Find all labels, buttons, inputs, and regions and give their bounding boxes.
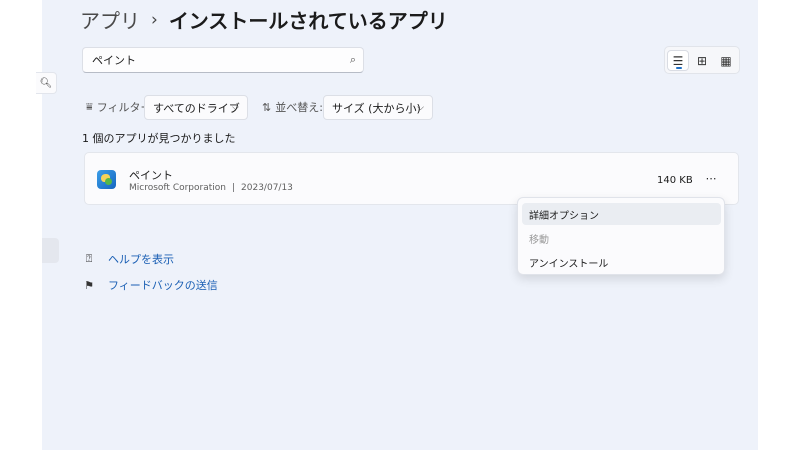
help-link-label: ヘルプを表示 [108,253,174,266]
search-input[interactable]: ペイント ⌕ [82,47,364,73]
menu-item-move: 移動 [529,234,549,246]
sort-label: 並べ替え: [275,101,323,114]
more-options-button[interactable]: ⋯ [703,170,719,186]
app-name: ペイント [129,169,173,182]
tile-view-icon: ▦ [720,53,732,68]
view-switcher: ☰ ⊞ ▦ [664,46,740,74]
help-link[interactable]: ⍰ ヘルプを表示 [82,251,174,267]
list-view-button[interactable]: ☰ [667,50,689,71]
menu-item-advanced-options[interactable]: 詳細オプション [522,203,721,225]
right-margin [758,0,800,450]
breadcrumb-separator: › [151,9,158,30]
breadcrumb: アプリ › インストールされているアプリ [80,5,448,34]
search-icon: ⌕ [349,53,356,66]
context-menu: 詳細オプション 移動 アンインストール [517,197,725,275]
page: 🔍︎ アプリ › インストールされているアプリ ペイント ⌕ ☰ ⊞ ▦ ⩸ フ… [0,0,800,450]
app-install-date: 2023/07/13 [241,183,293,193]
feedback-link[interactable]: ⚑ フィードバックの送信 [82,277,218,293]
nav-selected-item[interactable] [42,238,59,263]
left-margin [0,0,42,450]
sort-label-group: ⇅ 並べ替え: [262,99,323,115]
grid-view-button[interactable]: ⊞ [691,50,713,71]
filter-dropdown[interactable]: すべてのドライブ ⌵ [144,95,248,120]
filter-dropdown-value: すべてのドライブ [153,101,240,115]
breadcrumb-parent[interactable]: アプリ [80,5,140,34]
chevron-down-icon: ⌵ [232,102,239,113]
help-icon: ⍰ [85,252,93,265]
filter-icon: ⩸ [86,100,93,113]
paint-app-icon [97,170,116,189]
page-title: インストールされているアプリ [168,9,448,33]
feedback-icon: ⚑ [84,278,94,292]
list-view-icon: ☰ [672,53,684,68]
menu-item-uninstall[interactable]: アンインストール [522,251,721,273]
tile-view-button[interactable]: ▦ [715,50,737,71]
more-icon: ⋯ [705,171,717,185]
search-icon: 🔍︎ [39,77,53,89]
sort-dropdown-value: サイズ (大から小) [332,101,421,115]
app-size: 140 KB [657,175,693,186]
chevron-down-icon: ⌵ [417,102,424,113]
app-publisher: Microsoft Corporation [129,183,226,193]
meta-separator: | [231,183,236,193]
sort-icon: ⇅ [262,100,272,114]
search-input-value: ペイント [92,54,136,67]
sort-dropdown[interactable]: サイズ (大から小) ⌵ [323,95,433,120]
nav-search-box[interactable]: 🔍︎ [36,72,57,94]
feedback-link-label: フィードバックの送信 [108,279,218,292]
result-count: 1 個のアプリが見つかりました [82,132,236,145]
app-meta: Microsoft Corporation | 2023/07/13 [129,183,293,193]
grid-view-icon: ⊞ [696,53,708,68]
